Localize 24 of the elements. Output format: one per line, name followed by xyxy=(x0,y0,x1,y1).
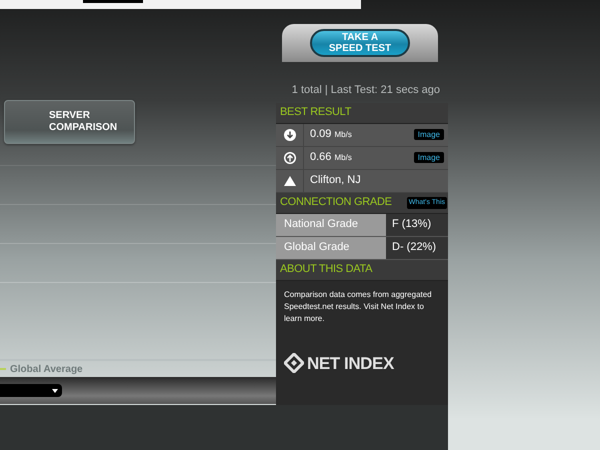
grade-value: F (13%) xyxy=(392,217,432,232)
image-button[interactable]: Image xyxy=(414,129,444,140)
image-button[interactable]: Image xyxy=(414,152,444,163)
grade-value: D- (22%) xyxy=(392,240,436,256)
grade-label: Global Grade xyxy=(284,240,350,256)
triangle-icon xyxy=(284,174,296,186)
net-index-logo: NET INDEX xyxy=(307,352,394,374)
legend-label: Global Average xyxy=(10,362,83,376)
result-value: 0.09 Mb/s xyxy=(310,127,352,142)
take-speed-test-button[interactable]: TAKE A SPEED TEST xyxy=(310,29,410,57)
dropdown[interactable] xyxy=(0,384,62,397)
result-value: Clifton, NJ xyxy=(310,173,361,188)
grade-label: National Grade xyxy=(284,217,358,232)
result-value: 0.66 Mb/s xyxy=(310,150,352,166)
about-text: Comparison data comes from aggregated Speedtest.net results. Visit Net Index to learn more. xyxy=(284,288,433,324)
section-title: CONNECTION GRADE xyxy=(280,195,392,210)
upload-icon xyxy=(284,152,296,164)
logo-icon xyxy=(284,353,304,374)
test-summary: 1 total | Last Test: 21 secs ago xyxy=(292,83,440,98)
section-title: ABOUT THIS DATA xyxy=(280,262,372,278)
download-icon xyxy=(284,128,296,140)
section-title: BEST RESULT xyxy=(280,105,352,120)
dropdown-caret-icon xyxy=(52,388,58,392)
server-comparison-button[interactable]: SERVER COMPARISON xyxy=(4,100,135,144)
